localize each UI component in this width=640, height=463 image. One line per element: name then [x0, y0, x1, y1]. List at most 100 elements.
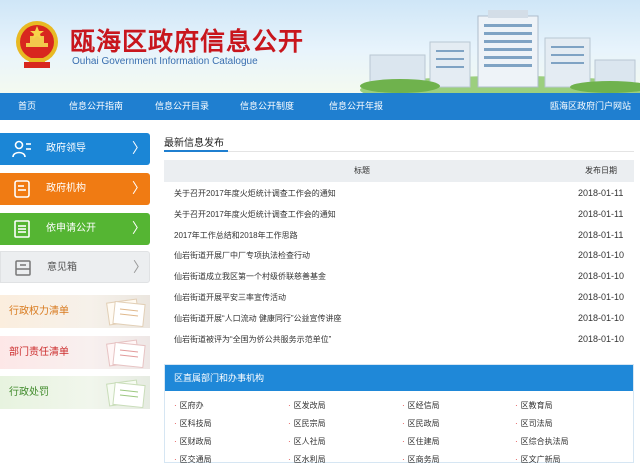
- document-stack-illustration: [106, 339, 146, 369]
- news-title-link[interactable]: 仙岩街道成立我区第一个村级侨联慈善基金: [174, 266, 326, 287]
- sidebar-item-label: 依申请公开: [46, 223, 96, 234]
- sidebar-item-label: 政府领导: [46, 143, 86, 154]
- table-header: 标题 发布日期: [164, 160, 634, 182]
- department-link[interactable]: · 区文广新局: [515, 453, 561, 463]
- nav-home[interactable]: 首页: [18, 93, 36, 120]
- department-label: 区文广新局: [520, 455, 561, 463]
- department-label: 区民政局: [407, 419, 440, 428]
- department-link[interactable]: · 区人社局: [288, 435, 326, 449]
- bullet-icon: ·: [174, 401, 177, 410]
- department-label: 区交通局: [179, 455, 212, 463]
- banner-label: 行政处罚: [9, 387, 49, 398]
- sidebar-item-label: 意见箱: [47, 262, 77, 273]
- sidebar-item-feedback[interactable]: 意见箱 〉: [0, 251, 150, 283]
- news-title-link[interactable]: 关于召开2017年度火炬统计调查工作会的通知: [174, 204, 336, 225]
- bullet-icon: ·: [402, 455, 405, 463]
- bullet-icon: ·: [515, 401, 518, 410]
- banner-responsibility-list[interactable]: 部门责任清单: [0, 336, 150, 369]
- nav-guide[interactable]: 信息公开指南: [69, 93, 123, 120]
- department-link[interactable]: · 区发改局: [288, 399, 326, 413]
- department-label: 区商务局: [407, 455, 440, 463]
- news-title-link[interactable]: 关于召开2017年度火炬统计调查工作会的通知: [174, 183, 336, 204]
- department-link[interactable]: · 区科技局: [174, 417, 212, 431]
- site-subtitle: Ouhai Government Information Catalogue: [72, 56, 258, 67]
- department-link[interactable]: · 区水利局: [288, 453, 326, 463]
- department-label: 区经信局: [407, 401, 440, 410]
- table-row: 仙岩街道开展厂中厂专项执法检查行动 2018-01-10: [164, 245, 634, 266]
- department-link[interactable]: · 区交通局: [174, 453, 212, 463]
- news-date: 2018-01-11: [578, 209, 624, 219]
- department-link[interactable]: · 区财政局: [174, 435, 212, 449]
- table-row: 仙岩街道开展平安三率宣传活动 2018-01-10: [164, 287, 634, 308]
- table-row: 关于召开2017年度火炬统计调查工作会的通知 2018-01-11: [164, 204, 634, 225]
- bullet-icon: ·: [515, 455, 518, 463]
- department-link[interactable]: · 区府办: [174, 399, 204, 413]
- news-title-link[interactable]: 仙岩街道开展平安三率宣传活动: [174, 287, 286, 308]
- nav-portal-link[interactable]: 瓯海区政府门户网站: [550, 93, 631, 120]
- section-divider: [164, 151, 634, 152]
- chevron-right-icon: 〉: [132, 140, 146, 156]
- main-nav: 首页 信息公开指南 信息公开目录 信息公开制度 信息公开年报 瓯海区政府门户网站: [0, 93, 640, 120]
- document-icon: [14, 180, 30, 198]
- banner-label: 行政权力清单: [9, 306, 69, 317]
- list-document-icon: [14, 220, 30, 238]
- department-label: 区府办: [179, 401, 204, 410]
- departments-panel: 区直属部门和办事机构 · 区府办 · 区发改局 · 区经信局 · 区教育局 · 区科技局 …: [164, 364, 634, 463]
- chevron-right-icon: 〉: [132, 220, 146, 236]
- news-date: 2018-01-10: [578, 292, 625, 302]
- news-title-link[interactable]: 仙岩街道被评为“全国为侨公共服务示范单位”: [174, 329, 331, 350]
- table-row: 2017年工作总结和2018年工作思路 2018-01-11: [164, 225, 634, 246]
- sidebar-item-label: 政府机构: [46, 183, 86, 194]
- table-row: 仙岩街道成立我区第一个村级侨联慈善基金 2018-01-10: [164, 266, 634, 287]
- document-stack-illustration: [106, 379, 146, 409]
- news-title-link[interactable]: 仙岩街道开展“人口流动 健康同行”公益宣传讲座: [174, 308, 342, 329]
- national-emblem-icon: [16, 21, 58, 68]
- latest-info-title: 最新信息发布: [164, 138, 224, 149]
- department-link[interactable]: · 区司法局: [515, 417, 553, 431]
- nav-catalog[interactable]: 信息公开目录: [155, 93, 209, 120]
- department-link[interactable]: · 区住建局: [402, 435, 440, 449]
- department-link[interactable]: · 区教育局: [515, 399, 553, 413]
- table-row: 仙岩街道被评为“全国为侨公共服务示范单位” 2018-01-10: [164, 329, 634, 350]
- department-label: 区司法局: [520, 419, 553, 428]
- document-stack-illustration: [106, 298, 146, 328]
- department-label: 区科技局: [179, 419, 212, 428]
- sidebar-item-application[interactable]: 依申请公开 〉: [0, 213, 150, 245]
- nav-annual-report[interactable]: 信息公开年报: [329, 93, 383, 120]
- banner-administrative-penalty[interactable]: 行政处罚: [0, 376, 150, 409]
- bullet-icon: ·: [402, 419, 405, 428]
- bullet-icon: ·: [288, 401, 291, 410]
- table-row: 仙岩街道开展“人口流动 健康同行”公益宣传讲座 2018-01-10: [164, 308, 634, 329]
- sidebar-item-agencies[interactable]: 政府机构 〉: [0, 173, 150, 205]
- people-icon: [12, 140, 31, 158]
- department-label: 区人社局: [293, 437, 326, 446]
- department-link[interactable]: · 区综合执法局: [515, 435, 569, 449]
- bullet-icon: ·: [515, 419, 518, 428]
- department-label: 区水利局: [293, 455, 326, 463]
- column-header-date: 发布日期: [585, 166, 617, 175]
- department-label: 区综合执法局: [520, 437, 569, 446]
- news-date: 2018-01-10: [578, 313, 625, 323]
- department-label: 区财政局: [179, 437, 212, 446]
- department-link[interactable]: · 区商务局: [402, 453, 440, 463]
- news-title-link[interactable]: 2017年工作总结和2018年工作思路: [174, 225, 298, 246]
- department-link[interactable]: · 区民政局: [402, 417, 440, 431]
- bullet-icon: ·: [174, 419, 177, 428]
- banner-power-list[interactable]: 行政权力清单: [0, 295, 150, 328]
- departments-title: 区直属部门和办事机构: [174, 373, 265, 383]
- banner-label: 部门责任清单: [9, 347, 69, 358]
- news-title-link[interactable]: 仙岩街道开展厂中厂专项执法检查行动: [174, 245, 310, 266]
- government-building-illustration: [360, 10, 640, 93]
- chevron-right-icon: 〉: [132, 180, 146, 196]
- bullet-icon: ·: [288, 455, 291, 463]
- news-date: 2018-01-11: [578, 230, 624, 240]
- departments-header: 区直属部门和办事机构: [165, 365, 633, 391]
- department-link[interactable]: · 区民宗局: [288, 417, 326, 431]
- bullet-icon: ·: [402, 401, 405, 410]
- sidebar-item-leaders[interactable]: 政府领导 〉: [0, 133, 150, 165]
- nav-system[interactable]: 信息公开制度: [240, 93, 294, 120]
- chevron-right-icon: 〉: [133, 259, 147, 275]
- department-label: 区住建局: [407, 437, 440, 446]
- department-label: 区教育局: [520, 401, 553, 410]
- department-link[interactable]: · 区经信局: [402, 399, 440, 413]
